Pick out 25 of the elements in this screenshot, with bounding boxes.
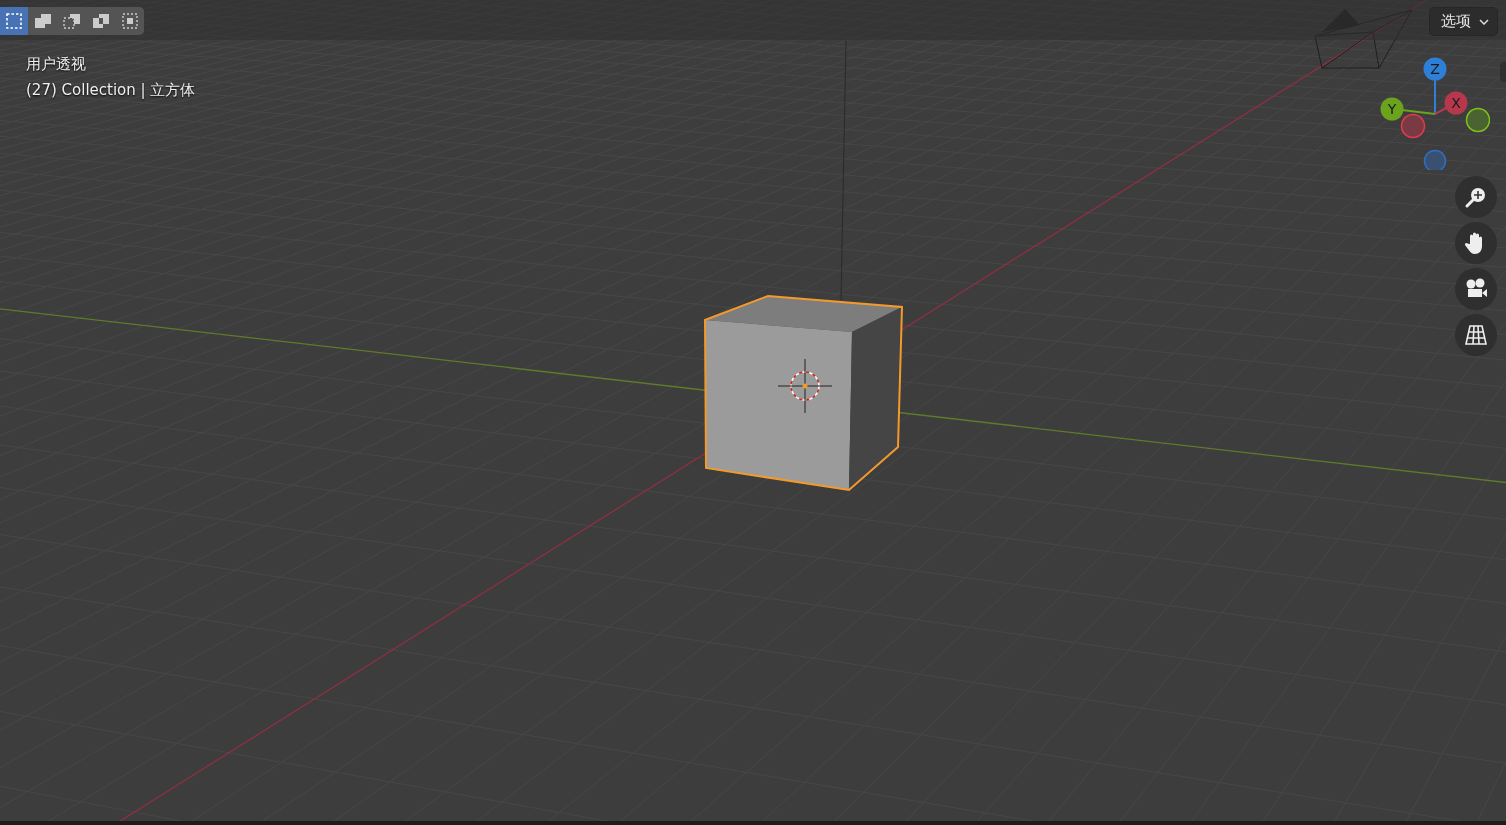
options-dropdown[interactable]: 选项	[1429, 7, 1498, 36]
crosshair-icon	[777, 358, 833, 414]
select-mode-button[interactable]	[0, 7, 28, 35]
gizmo-axis-handle[interactable]	[1380, 97, 1404, 121]
gizmo-axis-handle[interactable]	[1423, 57, 1447, 81]
gizmo-axis-handle[interactable]	[1423, 149, 1447, 170]
selection-mode-icon	[120, 11, 140, 31]
gizmo-axis-handle[interactable]	[1465, 107, 1490, 133]
view-name-label: 用户透视	[26, 54, 87, 74]
selection-mode-icon	[91, 11, 111, 31]
axis-label: Z	[1430, 61, 1440, 77]
axis-label: Y	[1387, 101, 1397, 117]
selection-mode-icon	[33, 11, 53, 31]
selection-mode-icon	[62, 11, 82, 31]
collection-info-label: (27) Collection | 立方体	[26, 80, 196, 100]
chevron-down-icon	[1479, 18, 1489, 25]
camera-view-button[interactable]	[1455, 268, 1497, 310]
selection-mode-icon	[4, 11, 24, 31]
perspective-toggle-button[interactable]	[1455, 314, 1497, 356]
zoom-button[interactable]	[1455, 176, 1497, 218]
grid-icon	[1463, 322, 1489, 348]
gizmo-axis-handle[interactable]	[1444, 91, 1468, 115]
axis-label: X	[1451, 95, 1461, 111]
gizmo-axis-handle[interactable]	[1400, 113, 1426, 139]
pan-button[interactable]	[1455, 222, 1497, 264]
